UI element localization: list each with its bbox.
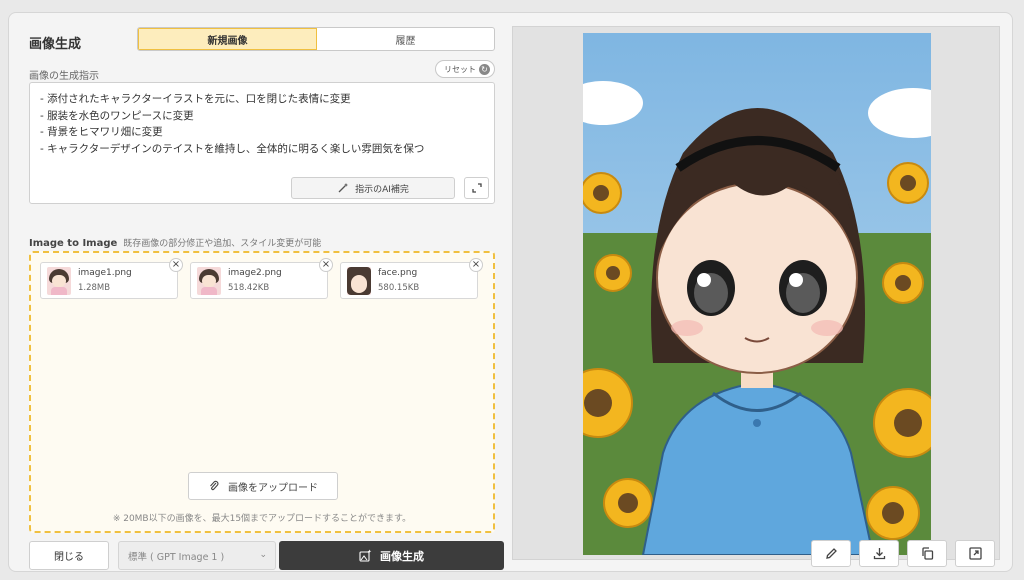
file-thumbnail	[197, 267, 221, 295]
prompt-line: - 背景をヒマワリ畑に変更	[40, 126, 163, 139]
tab-new-image[interactable]: 新規画像	[138, 28, 317, 50]
left-panel: 画像生成 新規画像 履歴 画像の生成指示 リセット ↻ - 添付されたキャラクタ…	[29, 27, 504, 570]
paperclip-icon	[210, 480, 219, 491]
prompt-label: 画像の生成指示	[29, 71, 99, 82]
reset-button[interactable]: リセット ↻	[435, 60, 495, 78]
copy-image-button[interactable]	[907, 540, 947, 567]
i2i-description: 既存画像の部分修正や追加、スタイル変更が可能	[123, 239, 322, 249]
file-size: 1.28MB	[78, 283, 111, 293]
remove-file-button[interactable]: ×	[319, 258, 333, 272]
prompt-line: - 服装を水色のワンピースに変更	[40, 109, 194, 122]
prompt-textarea[interactable]: - 添付されたキャラクターイラストを元に、口を閉じた表情に変更 - 服装を水色の…	[29, 82, 495, 204]
prompt-line: - キャラクターデザインのテイストを維持し、全体的に明るく楽しい雰囲気を保つ	[40, 142, 425, 155]
file-size: 518.42KB	[228, 283, 270, 293]
image-to-image-heading: Image to Image 既存画像の部分修正や追加、スタイル変更が可能	[29, 236, 321, 249]
expand-icon	[471, 183, 482, 193]
close-button[interactable]: 閉じる	[29, 541, 109, 570]
open-external-icon	[968, 547, 982, 560]
upload-label: 画像をアップロード	[228, 482, 318, 494]
expand-button[interactable]	[464, 177, 489, 199]
prompt-line: - 添付されたキャラクターイラストを元に、口を閉じた表情に変更	[40, 93, 351, 105]
remove-file-button[interactable]: ×	[169, 258, 183, 272]
file-thumbnail	[47, 267, 71, 295]
download-icon	[873, 548, 885, 560]
download-image-button[interactable]	[859, 540, 899, 567]
file-name: image2.png	[228, 268, 282, 278]
generate-label: 画像生成	[380, 549, 424, 563]
reset-label: リセット	[444, 64, 476, 74]
tab-history[interactable]: 履歴	[317, 28, 494, 50]
file-size: 580.15KB	[378, 283, 420, 293]
upload-note: ※ 20MB以下の画像を、最大15個までアップロードすることができます。	[112, 514, 412, 524]
chevron-down-icon: ⌄	[259, 550, 267, 560]
magic-wand-icon	[338, 183, 349, 193]
file-card: face.png 580.15KB ×	[340, 258, 483, 299]
open-external-button[interactable]	[955, 540, 995, 567]
edit-icon	[825, 548, 837, 559]
ai-assist-button[interactable]: 指示のAI補完	[291, 177, 455, 199]
character-illustration	[583, 33, 931, 555]
file-card: image2.png 518.42KB ×	[190, 258, 333, 299]
generated-image	[583, 33, 931, 555]
file-name: image1.png	[78, 268, 132, 278]
model-select[interactable]: 標準 ( GPT Image 1 ) ⌄	[118, 541, 276, 570]
copy-icon	[921, 547, 933, 560]
mode-tabs: 新規画像 履歴	[137, 27, 495, 51]
i2i-title: Image to Image	[29, 238, 118, 249]
file-name: face.png	[378, 268, 418, 278]
upload-button[interactable]: 画像をアップロード	[188, 472, 338, 500]
edit-image-button[interactable]	[811, 540, 851, 567]
panel-title: 画像生成	[29, 37, 82, 52]
footer-bar: 閉じる 標準 ( GPT Image 1 ) ⌄ 画像生成	[29, 541, 504, 570]
model-value: 標準 ( GPT Image 1 )	[128, 551, 225, 563]
generate-button[interactable]: 画像生成	[279, 541, 504, 570]
image-generation-panel: 画像生成 新規画像 履歴 画像の生成指示 リセット ↻ - 添付されたキャラクタ…	[8, 12, 1013, 572]
prompt-text: - 添付されたキャラクターイラストを元に、口を閉じた表情に変更 - 服装を水色の…	[40, 91, 424, 157]
ai-assist-label: 指示のAI補完	[355, 184, 409, 195]
refresh-icon: ↻	[479, 63, 490, 75]
upload-drop-zone[interactable]: image1.png 1.28MB × image2.png 518.42KB …	[29, 251, 495, 533]
remove-file-button[interactable]: ×	[469, 258, 483, 272]
file-card: image1.png 1.28MB ×	[40, 258, 183, 299]
file-thumbnail	[347, 267, 371, 295]
image-sparkle-icon	[359, 549, 372, 562]
preview-panel	[512, 26, 1000, 567]
